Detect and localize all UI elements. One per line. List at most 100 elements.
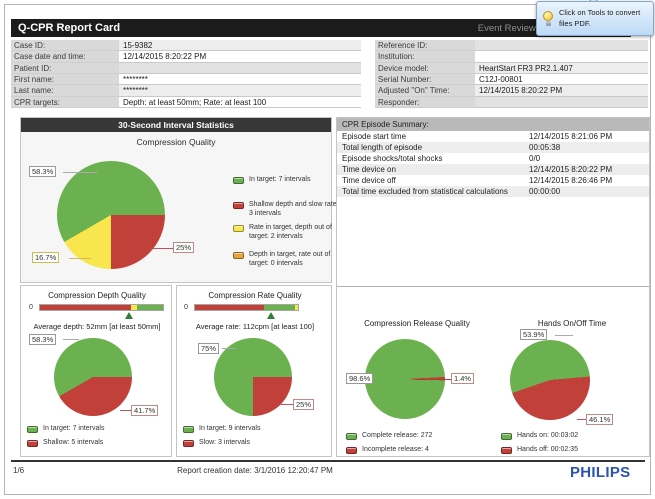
legend-swatch (233, 177, 244, 184)
legend-label: Shallow: 5 intervals (43, 439, 103, 448)
pie-pct-label: 46.1% (586, 414, 613, 425)
table-row: Responder: (375, 97, 648, 108)
pie-pct-label: 58.3% (29, 334, 56, 345)
pie-pct-label: 75% (198, 343, 219, 354)
table-row: Case ID:15-9382 (11, 40, 361, 51)
table-row: Case date and time:12/14/2015 8:20:22 PM (11, 51, 361, 62)
interval-stats-header: 30-Second Interval Statistics (21, 118, 331, 132)
legend-item: Depth in target, rate out of target: 0 i… (233, 251, 333, 269)
pie-pct-label: 25% (173, 242, 194, 253)
legend-label: In target: 7 intervals (43, 425, 104, 434)
leader-line (69, 258, 91, 259)
depth-average-label: Average depth: 52mm [at least 50mm] (21, 322, 173, 331)
legend-label: Incomplete release: 4 (362, 446, 429, 455)
field-value: 12/14/2015 8:20:22 PM (475, 85, 648, 96)
table-row: Adjusted "On" Time:12/14/2015 8:20:22 PM (375, 85, 648, 96)
gauge-marker (125, 312, 133, 319)
summary-row: Episode start time12/14/2015 8:21:06 PM (337, 131, 649, 142)
field-value: Depth: at least 50mm; Rate: at least 100 (119, 97, 361, 108)
leader-line (151, 248, 175, 249)
legend-label: Rate in target, depth out of target: 2 i… (249, 224, 333, 242)
field-value (475, 97, 648, 108)
hands-time-pie (510, 340, 590, 420)
panel-divider (337, 286, 649, 287)
compression-quality-title: Compression Quality (21, 137, 331, 147)
legend-label: Shallow depth and slow rate: 3 intervals (249, 201, 341, 219)
table-row: Patient ID: (11, 63, 361, 74)
gauge-min-label: 0 (184, 304, 188, 311)
legend-swatch (346, 447, 357, 454)
field-value: ******** (119, 85, 361, 96)
summary-row: Time device on12/14/2015 8:20:22 PM (337, 164, 649, 175)
legend-label: In target: 7 intervals (249, 176, 310, 185)
pie-pct-label: 16.7% (32, 252, 59, 263)
case-info-table-right: Reference ID: Institution: Device model:… (375, 40, 648, 108)
field-label: Case ID: (11, 40, 119, 51)
depth-gauge (39, 304, 164, 311)
summary-label: Episode shocks/total shocks (337, 153, 529, 164)
rate-gauge (194, 304, 299, 311)
release-quality-title: Compression Release Quality (337, 319, 497, 328)
field-value: 15-9382 (119, 40, 361, 51)
legend-swatch (27, 426, 38, 433)
convert-pdf-tooltip[interactable]: Click on Tools to convert files PDF. (536, 1, 654, 36)
case-info-table-left: Case ID:15-9382 Case date and time:12/14… (11, 40, 361, 108)
field-value: ******** (119, 74, 361, 85)
summary-row: Total length of episode00:05:38 (337, 142, 649, 153)
table-row: Reference ID: (375, 40, 648, 51)
field-label: Patient ID: (11, 63, 119, 74)
field-label: Responder: (375, 97, 475, 108)
legend-swatch (501, 447, 512, 454)
pie-pct-label: 41.7% (131, 405, 158, 416)
legend-swatch (233, 202, 244, 209)
legend-swatch (346, 433, 357, 440)
summary-row: Total time excluded from statistical cal… (337, 186, 649, 197)
interval-stats-panel: 30-Second Interval Statistics Compressio… (20, 117, 332, 283)
legend-swatch (27, 440, 38, 447)
leader-line (63, 339, 79, 340)
table-row: Institution: (375, 51, 648, 62)
pie-pct-label: 25% (293, 399, 314, 410)
summary-value: 0/0 (529, 153, 649, 164)
legend-item: In target: 7 intervals (27, 425, 157, 434)
legend-item: Shallow: 5 intervals (27, 439, 157, 448)
legend-item: Slow: 3 intervals (183, 439, 313, 448)
field-label: Serial Number: (375, 74, 475, 85)
tooltip-text: Click on Tools to convert files PDF. (559, 8, 649, 28)
table-row: Device model:HeartStart FR3 PR2.1.407 (375, 63, 648, 74)
field-label: Last name: (11, 85, 119, 96)
field-label: Institution: (375, 51, 475, 62)
field-value (119, 63, 361, 74)
summary-value: 00:00:00 (529, 186, 649, 197)
depth-quality-pie (54, 338, 132, 416)
summary-label: Total length of episode (337, 142, 529, 153)
pie-pct-label: 58.3% (29, 166, 56, 177)
report-creation-date: Report creation date: 3/1/2016 12:20:47 … (140, 466, 370, 475)
summary-label: Time device on (337, 164, 529, 175)
legend-item: Rate in target, depth out of target: 2 i… (233, 224, 333, 242)
leader-line (281, 404, 293, 405)
summary-value: 12/14/2015 8:26:46 PM (529, 175, 649, 186)
field-label: Adjusted "On" Time: (375, 85, 475, 96)
rate-quality-title: Compression Rate Quality (177, 291, 333, 300)
field-value: C12J-00801 (475, 74, 648, 85)
summary-value: 00:05:38 (529, 142, 649, 153)
depth-quality-panel: Compression Depth Quality 0 Average dept… (20, 285, 172, 457)
pie-pct-label: 53.9% (520, 329, 547, 340)
depth-quality-title: Compression Depth Quality (21, 291, 173, 300)
leader-line (222, 348, 236, 349)
pie-pct-label: 98.6% (346, 373, 373, 384)
legend-label: In target: 9 intervals (199, 425, 260, 434)
gauge-marker (267, 312, 275, 319)
table-row: First name:******** (11, 74, 361, 85)
summary-value: 12/14/2015 8:20:22 PM (529, 164, 649, 175)
rate-average-label: Average rate: 112cpm [at least 100] (177, 322, 333, 331)
field-label: Device model: (375, 63, 475, 74)
field-value (475, 51, 648, 62)
philips-logo: PHILIPS (570, 464, 630, 481)
gauge-min-label: 0 (29, 304, 33, 311)
legend-label: Hands on: 00:03:02 (517, 432, 578, 441)
field-label: CPR targets: (11, 97, 119, 108)
legend-label: Hands off: 00:02:35 (517, 446, 578, 455)
table-row: Serial Number:C12J-00801 (375, 74, 648, 85)
